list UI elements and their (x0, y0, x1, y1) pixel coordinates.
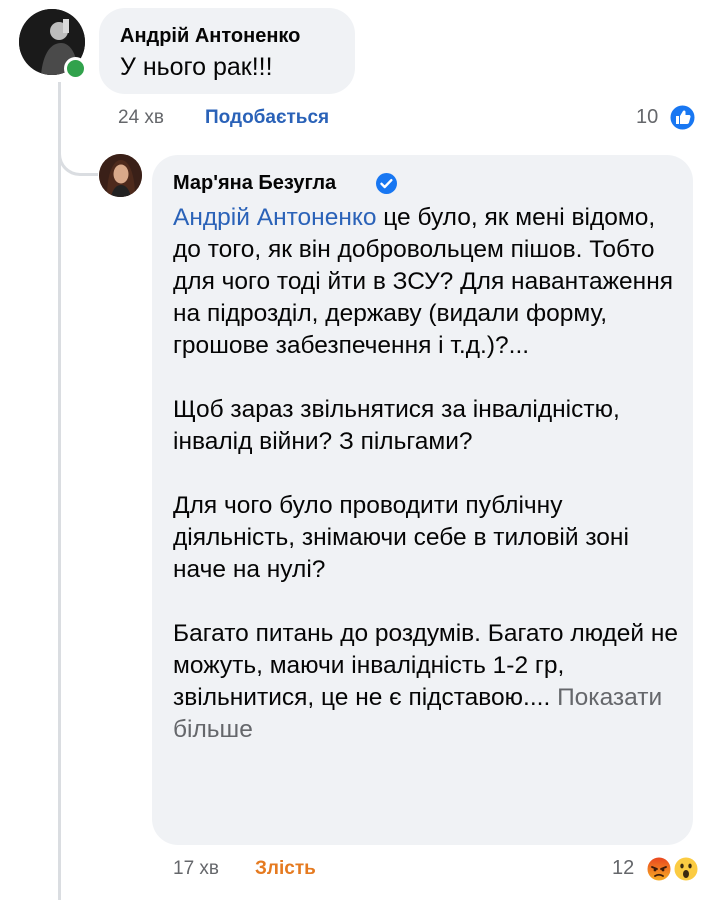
reply-text: Андрій Антоненко це було, як мені відомо… (173, 202, 688, 778)
like-reaction-icon[interactable] (668, 103, 697, 132)
online-status-indicator (64, 57, 87, 80)
comment-author[interactable]: Андрій Антоненко (120, 25, 300, 48)
thread-line (58, 82, 61, 900)
thread-connector (58, 140, 98, 176)
mention-link[interactable]: Андрій Антоненко (173, 204, 376, 231)
reply-author[interactable]: Мар'яна Безугла (173, 172, 336, 195)
wow-reaction-icon[interactable] (672, 855, 700, 883)
like-button[interactable]: Подобається (205, 107, 329, 129)
comment-reaction-count[interactable]: 10 (636, 106, 658, 129)
avatar[interactable] (99, 154, 142, 197)
comment-text: У нього рак!!! (120, 53, 273, 81)
reply-reaction-count[interactable]: 12 (612, 857, 634, 880)
reply-bubble: Мар'яна Безугла Андрій Антоненко це було… (152, 155, 693, 845)
reply-paragraph: Багато питань до роздумів. Багато людей … (173, 618, 688, 746)
reply-paragraph: Щоб зараз звільнятися за інвалідністю, і… (173, 396, 620, 455)
verified-badge-icon (376, 173, 397, 194)
reply-paragraph: Для чого було проводити публічну діяльні… (173, 492, 629, 583)
angry-reaction-icon[interactable] (645, 855, 673, 883)
reply-timestamp[interactable]: 17 хв (173, 858, 219, 880)
reply-paragraph: Андрій Антоненко це було, як мені відомо… (173, 202, 688, 362)
comment-timestamp[interactable]: 24 хв (118, 107, 164, 129)
avatar-photo (99, 154, 142, 197)
comment-bubble: Андрій Антоненко У нього рак!!! (99, 8, 355, 94)
angry-reaction-button[interactable]: Злість (255, 858, 316, 880)
